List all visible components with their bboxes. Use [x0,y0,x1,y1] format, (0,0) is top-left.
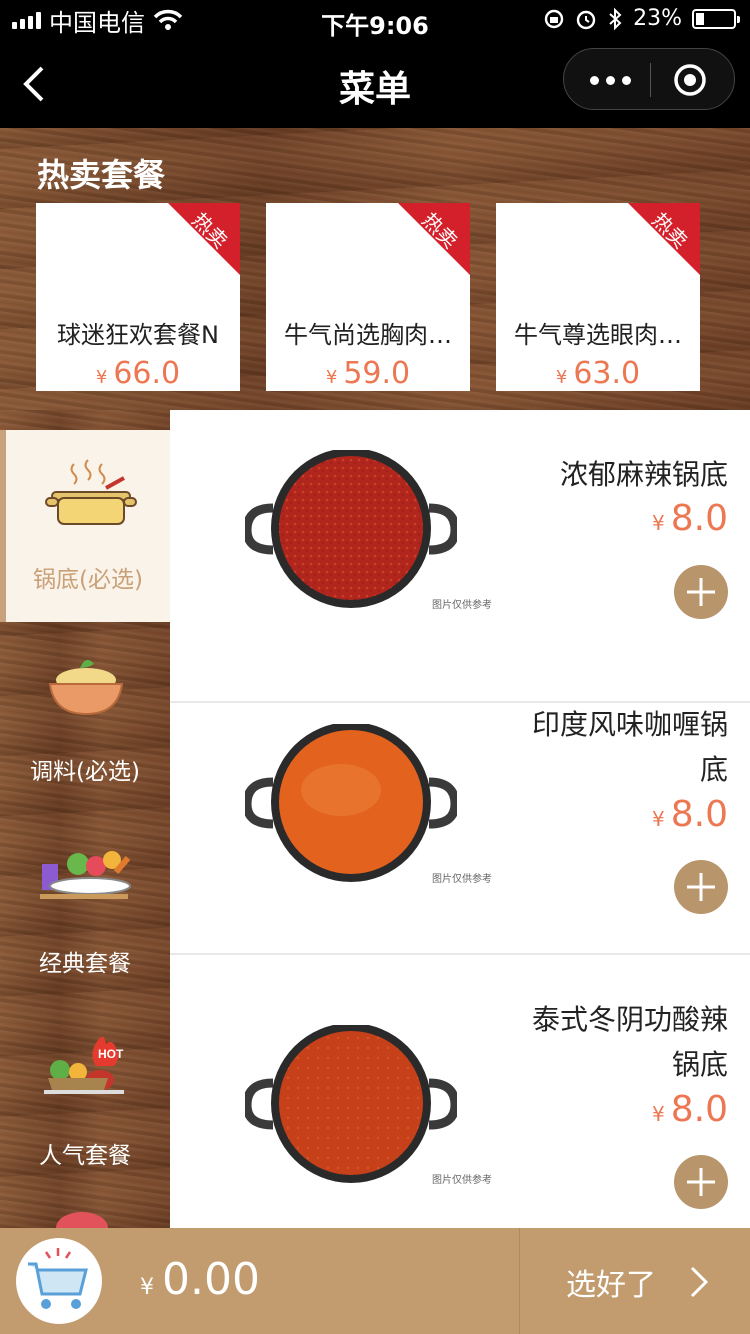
combo-name: 牛气尊选眼肉… [514,321,682,349]
combo-name: 牛气尚选胸肉… [284,321,452,349]
add-to-cart-button[interactable] [674,860,728,914]
cart-button[interactable] [16,1238,102,1324]
alarm-icon [576,10,596,29]
sidebar-item-label: 经典套餐 [39,951,131,977]
sidebar-item-classic-combo[interactable]: 经典套餐 [0,814,170,1006]
shopping-cart-icon [28,1248,88,1309]
hot-platter-icon: HOT [44,1036,124,1094]
meat-icon [56,1212,108,1228]
image-caption: 图片仅供参考 [432,1175,492,1186]
more-dots-icon [589,75,599,85]
combo-price: ¥59.0 [325,356,411,391]
rotation-lock-icon [544,9,564,28]
combo-price: ¥66.0 [95,356,181,391]
target-circle-icon [674,64,706,96]
list-item: 图片仅供参考 泰式冬阴功酸辣锅底 ¥8.0 [170,955,750,1228]
image-caption: 图片仅供参考 [432,600,492,611]
product-price: ¥8.0 [652,794,728,835]
list-item: 图片仅供参考 浓郁麻辣锅底 ¥8.0 [170,410,750,703]
hot-combo-card[interactable]: 热卖 牛气尚选胸肉… ¥59.0 [266,203,470,391]
soup-pot-image [245,1025,457,1183]
product-price: ¥8.0 [652,498,728,539]
product-price: ¥8.0 [652,1089,728,1130]
hot-combos-section: 热卖套餐 热卖 球迷狂欢套餐N ¥66.0 热卖 牛气尚选胸肉… ¥59.0 热… [0,128,750,410]
sidebar-item-label: 锅底(必选) [33,567,143,593]
cart-total: ¥0.00 [140,1254,260,1305]
sidebar-item-label: 人气套餐 [39,1143,131,1169]
combo-name: 球迷狂欢套餐N [57,321,219,349]
sidebar-item-seasoning[interactable]: 调料(必选) [0,622,170,814]
classic-platter-icon [40,851,131,899]
battery-percent: 23% [633,6,682,31]
capsule-divider [650,63,651,97]
sidebar-item-label: 调料(必选) [30,759,140,785]
add-to-cart-button[interactable] [674,1155,728,1209]
soup-pot-image [245,724,457,882]
bluetooth-icon [609,7,622,30]
pot-icon [45,459,137,525]
sidebar-item-more[interactable] [0,1198,170,1228]
checkout-label: 选好了 [566,1268,656,1303]
hot-combo-card[interactable]: 热卖 牛气尊选眼肉… ¥63.0 [496,203,700,391]
mini-program-capsule [563,48,735,110]
image-caption: 图片仅供参考 [432,874,492,885]
seasoning-bowl-icon [48,659,124,716]
sidebar-item-popular-combo[interactable]: HOT 人气套餐 [0,1006,170,1198]
cart-bar: ¥0.00 选好了 [0,1228,750,1334]
svg-text:HOT: HOT [98,1047,124,1061]
product-list: 图片仅供参考 浓郁麻辣锅底 ¥8.0 图片仅供参考 印度风味咖喱锅底 ¥8.0 [170,410,750,1228]
product-name: 印度风味咖喱锅底 [531,708,728,786]
battery-icon [692,8,740,29]
product-name: 泰式冬阴功酸辣锅底 [531,1003,728,1081]
checkout-button[interactable]: 选好了 [520,1228,750,1334]
soup-pot-image [245,450,457,608]
product-name: 浓郁麻辣锅底 [559,458,728,491]
close-mini-program-button[interactable] [672,62,708,98]
category-sidebar: 锅底(必选) 调料(必选) 经典套餐 HOT 人气套餐 [0,410,170,1228]
status-bar: 中国电信 下午9:06 23% [0,0,750,40]
more-button[interactable] [580,61,640,99]
combo-price: ¥63.0 [555,356,641,391]
chevron-right-icon [690,1266,709,1298]
hot-combo-card[interactable]: 热卖 球迷狂欢套餐N ¥66.0 [36,203,240,391]
add-to-cart-button[interactable] [674,565,728,619]
list-item: 图片仅供参考 印度风味咖喱锅底 ¥8.0 [170,662,750,955]
sidebar-item-soup-base[interactable]: 锅底(必选) [0,430,170,622]
hot-section-title: 热卖套餐 [37,156,166,194]
navigation-bar: 菜单 [0,40,750,128]
